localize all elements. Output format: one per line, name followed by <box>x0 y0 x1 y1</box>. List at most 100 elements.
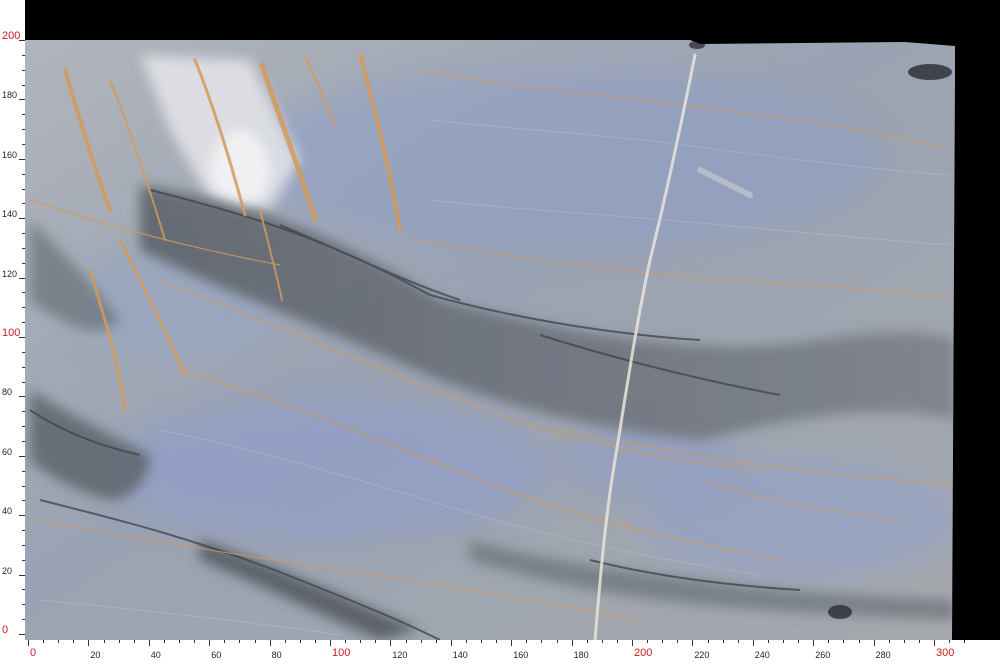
x-minor-tick <box>767 640 769 643</box>
y-tick-label: 140 <box>2 209 18 220</box>
x-minor-tick <box>465 640 467 643</box>
y-minor-tick <box>22 500 25 502</box>
x-tick-label: 20 <box>90 650 101 660</box>
y-tick-label: 100 <box>2 327 21 339</box>
x-minor-tick <box>43 640 45 643</box>
x-minor-tick <box>194 640 196 643</box>
y-tick-mark <box>19 574 25 576</box>
y-minor-tick <box>22 411 25 413</box>
y-minor-tick <box>22 84 25 86</box>
y-minor-tick <box>22 426 25 428</box>
x-minor-tick <box>601 640 603 643</box>
y-minor-tick <box>22 247 25 249</box>
x-minor-tick <box>828 640 830 643</box>
marble-slab-image <box>25 40 955 640</box>
x-minor-tick <box>783 640 784 643</box>
y-tick-mark <box>19 277 25 279</box>
x-minor-tick <box>964 640 966 643</box>
y-minor-tick <box>22 559 25 561</box>
x-tick-label: 200 <box>634 647 653 659</box>
x-minor-tick <box>737 640 739 643</box>
y-tick-label: 180 <box>2 90 18 101</box>
x-minor-tick <box>345 640 347 643</box>
x-minor-tick <box>133 640 135 643</box>
y-minor-tick <box>22 203 25 205</box>
x-tick-label: 180 <box>573 650 589 660</box>
x-tick-label: 280 <box>875 650 891 660</box>
x-minor-tick <box>179 640 180 643</box>
y-minor-tick <box>22 69 25 71</box>
x-minor-tick <box>239 640 241 643</box>
y-tick-label: 20 <box>2 565 13 576</box>
y-tick-label: 60 <box>2 446 13 457</box>
x-minor-tick <box>435 640 437 643</box>
x-minor-tick <box>405 640 407 643</box>
x-minor-tick <box>707 640 709 643</box>
x-minor-tick <box>677 640 679 643</box>
x-tick-mark <box>571 640 573 646</box>
y-tick-mark <box>19 634 25 635</box>
x-minor-tick <box>73 640 75 643</box>
y-minor-tick <box>22 188 25 190</box>
y-minor-tick <box>22 619 25 621</box>
x-minor-tick <box>163 640 165 643</box>
x-tick-label: 80 <box>271 650 282 660</box>
x-minor-tick <box>420 640 422 643</box>
x-minor-tick <box>118 640 120 643</box>
x-minor-tick <box>949 640 951 643</box>
y-tick-label: 0 <box>2 624 9 636</box>
y-minor-tick <box>22 381 25 383</box>
y-minor-tick <box>22 322 25 324</box>
x-minor-tick <box>526 640 528 643</box>
y-minor-tick <box>22 173 25 175</box>
x-tick-mark <box>390 640 392 646</box>
y-minor-tick <box>22 530 25 532</box>
x-minor-tick <box>103 640 105 643</box>
y-tick-mark <box>19 515 25 517</box>
x-minor-tick <box>481 640 482 643</box>
x-minor-tick <box>903 640 905 643</box>
x-tick-mark <box>330 640 331 646</box>
x-tick-mark <box>813 640 815 646</box>
x-minor-tick <box>299 640 301 643</box>
y-minor-tick <box>22 114 25 116</box>
x-minor-tick <box>798 640 800 643</box>
x-tick-label: 120 <box>392 650 408 660</box>
y-minor-tick <box>22 233 25 235</box>
x-tick-label: 260 <box>815 650 831 660</box>
y-minor-tick <box>22 262 25 264</box>
y-minor-tick <box>22 292 25 294</box>
x-tick-mark <box>148 640 150 646</box>
x-tick-mark <box>88 640 90 646</box>
x-minor-tick <box>722 640 724 643</box>
x-minor-tick <box>843 640 845 643</box>
x-minor-tick <box>888 640 890 643</box>
x-tick-label: 300 <box>936 647 955 659</box>
y-minor-tick <box>22 440 25 442</box>
x-tick-label: 60 <box>211 650 222 660</box>
x-minor-tick <box>254 640 256 643</box>
y-tick-label: 120 <box>2 268 18 279</box>
y-tick-mark <box>19 99 25 101</box>
x-tick-mark <box>632 640 633 646</box>
y-tick-label: 80 <box>2 387 13 398</box>
x-minor-tick <box>360 640 362 643</box>
y-tick-mark <box>19 396 25 398</box>
x-minor-tick <box>314 640 316 643</box>
x-tick-label: 140 <box>452 650 468 660</box>
photo-canvas: 0 20 40 60 80 100 120 140 160 180 200 220 240 260 280 3… <box>0 0 1000 664</box>
y-tick-mark <box>19 218 25 220</box>
y-minor-tick <box>22 143 25 145</box>
x-tick-mark <box>28 640 29 646</box>
x-minor-tick <box>556 640 558 643</box>
y-tick-label: 200 <box>2 30 21 42</box>
x-minor-tick <box>496 640 498 643</box>
x-tick-mark <box>269 640 271 646</box>
y-minor-tick <box>22 54 25 56</box>
x-tick-label: 0 <box>30 647 37 659</box>
x-tick-label: 240 <box>754 650 770 660</box>
x-minor-tick <box>541 640 543 643</box>
x-tick-label: 220 <box>694 650 710 660</box>
x-minor-tick <box>858 640 860 643</box>
y-tick-mark <box>19 158 25 160</box>
